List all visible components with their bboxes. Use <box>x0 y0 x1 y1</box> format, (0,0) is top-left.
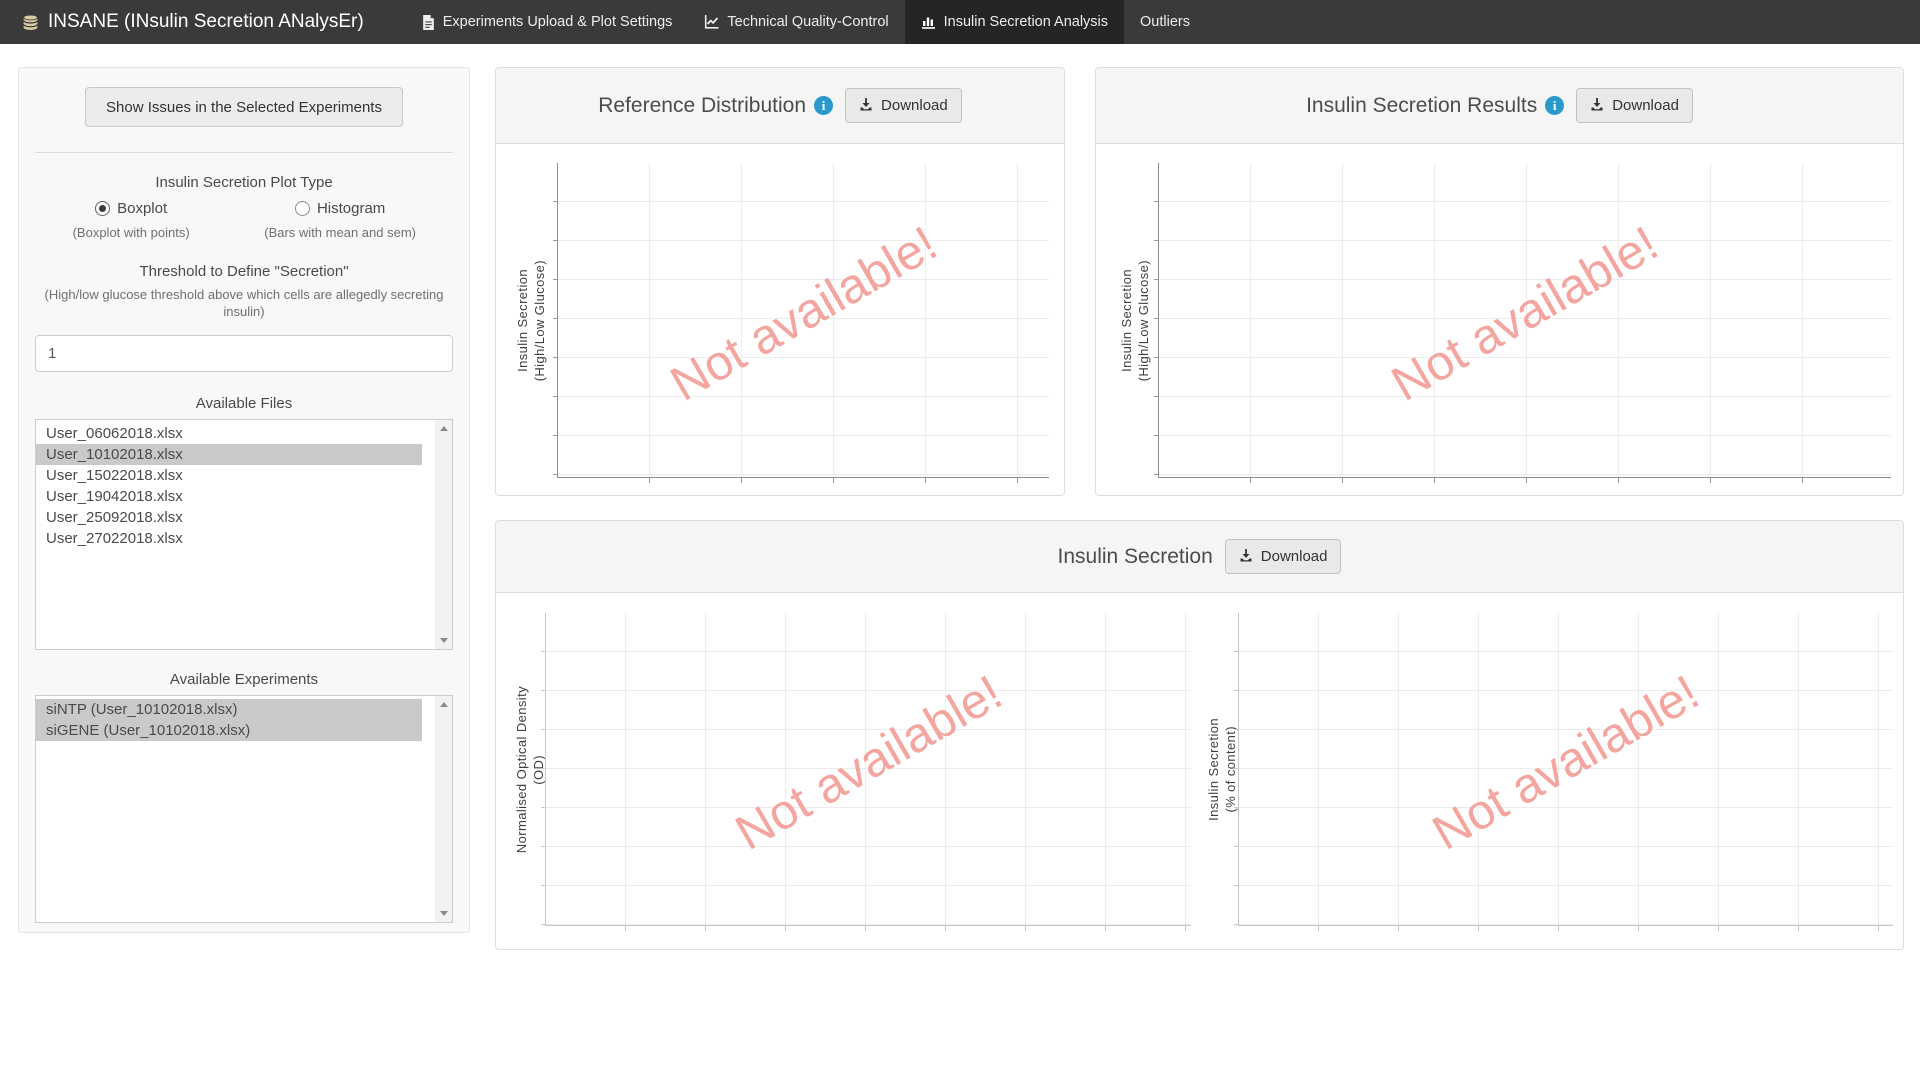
radio-hint: (Bars with mean and sem) <box>227 225 453 240</box>
list-item[interactable]: siNTP (User_10102018.xlsx) <box>36 699 422 720</box>
download-icon <box>1239 548 1253 566</box>
download-label: Download <box>881 97 948 114</box>
navbar: INSANE (INsulin Secretion ANalysEr) Expe… <box>0 0 1920 44</box>
insulin-secretion-results-chart: Not available! <box>1158 163 1891 478</box>
panel-header: Reference Distribution i Download <box>496 68 1064 144</box>
list-item[interactable]: siGENE (User_10102018.xlsx) <box>36 720 422 741</box>
available-experiments-label: Available Experiments <box>35 671 453 688</box>
reference-distribution-panel: Reference Distribution i Download Insuli… <box>495 67 1065 496</box>
insulin-secretion-percent-chart: Not available! <box>1238 613 1893 926</box>
scroll-up-icon[interactable] <box>440 702 448 707</box>
scroll-down-icon[interactable] <box>440 911 448 916</box>
list-item[interactable]: User_15022018.xlsx <box>36 465 422 486</box>
normalised-od-chart: Not available! <box>545 613 1191 926</box>
panel-title: Reference Distribution i <box>598 94 833 118</box>
download-button[interactable]: Download <box>845 88 962 123</box>
radio-histogram[interactable]: Histogram <box>295 200 385 217</box>
line-chart-icon <box>704 15 719 29</box>
tab-label: Technical Quality-Control <box>727 14 888 30</box>
list-item[interactable]: User_06062018.xlsx <box>36 423 422 444</box>
tab-technical-qc[interactable]: Technical Quality-Control <box>688 0 904 44</box>
radio-hint: (Boxplot with points) <box>35 225 227 240</box>
show-issues-button[interactable]: Show Issues in the Selected Experiments <box>85 87 403 127</box>
not-available-watermark: Not available! <box>1382 215 1667 412</box>
tab-insulin-secretion-analysis[interactable]: Insulin Secretion Analysis <box>905 0 1124 44</box>
y-axis-label: Insulin Secretion (High/Low Glucose) <box>1116 163 1154 478</box>
not-available-watermark: Not available! <box>661 215 946 412</box>
download-button[interactable]: Download <box>1576 88 1693 123</box>
tab-label: Insulin Secretion Analysis <box>944 14 1108 30</box>
download-label: Download <box>1612 97 1679 114</box>
threshold-label: Threshold to Define "Secretion" <box>35 263 453 280</box>
plot-type-label: Insulin Secretion Plot Type <box>35 174 453 191</box>
list-item[interactable]: User_27022018.xlsx <box>36 528 422 549</box>
database-icon <box>22 14 39 31</box>
file-icon <box>422 15 435 30</box>
panel-header: Insulin Secretion Download <box>496 521 1903 593</box>
radio-icon[interactable] <box>95 201 110 216</box>
threshold-input[interactable] <box>35 335 453 372</box>
insulin-secretion-panel: Insulin Secretion Download Normalised Op… <box>495 520 1904 950</box>
tab-experiments-upload[interactable]: Experiments Upload & Plot Settings <box>406 0 689 44</box>
download-icon <box>859 97 873 115</box>
radio-label: Histogram <box>317 200 385 217</box>
reference-distribution-chart: Not available! <box>557 163 1049 478</box>
files-options: User_06062018.xlsxUser_10102018.xlsxUser… <box>36 420 452 549</box>
scroll-down-icon[interactable] <box>440 638 448 643</box>
radio-boxplot[interactable]: Boxplot <box>95 200 167 217</box>
nav-tabs: Experiments Upload & Plot Settings Techn… <box>406 0 1206 44</box>
plot-type-radio-group: Boxplot (Boxplot with points) Histogram … <box>35 200 453 240</box>
list-item[interactable]: User_10102018.xlsx <box>36 444 422 465</box>
experiments-scrollbar[interactable] <box>435 696 452 922</box>
y-axis-label: Insulin Secretion (High/Low Glucose) <box>512 163 550 478</box>
panel-title: Insulin Secretion <box>1058 545 1213 569</box>
bar-chart-icon <box>921 15 936 29</box>
threshold-hint: (High/low glucose threshold above which … <box>43 286 445 320</box>
download-button[interactable]: Download <box>1225 539 1342 574</box>
not-available-watermark: Not available! <box>1423 664 1708 861</box>
app-brand: INSANE (INsulin Secretion ANalysEr) <box>0 0 390 44</box>
tab-outliers[interactable]: Outliers <box>1124 0 1206 44</box>
list-item[interactable]: User_19042018.xlsx <box>36 486 422 507</box>
app-title: INSANE (INsulin Secretion ANalysEr) <box>48 11 364 33</box>
files-listbox[interactable]: User_06062018.xlsxUser_10102018.xlsxUser… <box>35 419 453 650</box>
files-scrollbar[interactable] <box>435 420 452 649</box>
download-label: Download <box>1261 548 1328 565</box>
panel-title-text: Insulin Secretion Results <box>1306 94 1537 118</box>
experiments-listbox[interactable]: siNTP (User_10102018.xlsx)siGENE (User_1… <box>35 695 453 923</box>
panel-title-text: Insulin Secretion <box>1058 545 1213 569</box>
tab-label: Experiments Upload & Plot Settings <box>443 14 673 30</box>
available-files-label: Available Files <box>35 395 453 412</box>
info-icon[interactable]: i <box>1545 96 1564 115</box>
experiments-options: siNTP (User_10102018.xlsx)siGENE (User_1… <box>36 696 452 741</box>
list-item[interactable]: User_25092018.xlsx <box>36 507 422 528</box>
info-icon[interactable]: i <box>814 96 833 115</box>
radio-label: Boxplot <box>117 200 167 217</box>
radio-icon[interactable] <box>295 201 310 216</box>
download-icon <box>1590 97 1604 115</box>
tab-label: Outliers <box>1140 14 1190 30</box>
sidebar-panel: Show Issues in the Selected Experiments … <box>18 67 470 933</box>
panel-header: Insulin Secretion Results i Download <box>1096 68 1903 144</box>
not-available-watermark: Not available! <box>726 664 1011 861</box>
panel-title-text: Reference Distribution <box>598 94 806 118</box>
scroll-up-icon[interactable] <box>440 426 448 431</box>
panel-title: Insulin Secretion Results i <box>1306 94 1564 118</box>
divider <box>35 152 453 153</box>
insulin-secretion-results-panel: Insulin Secretion Results i Download Ins… <box>1095 67 1904 496</box>
